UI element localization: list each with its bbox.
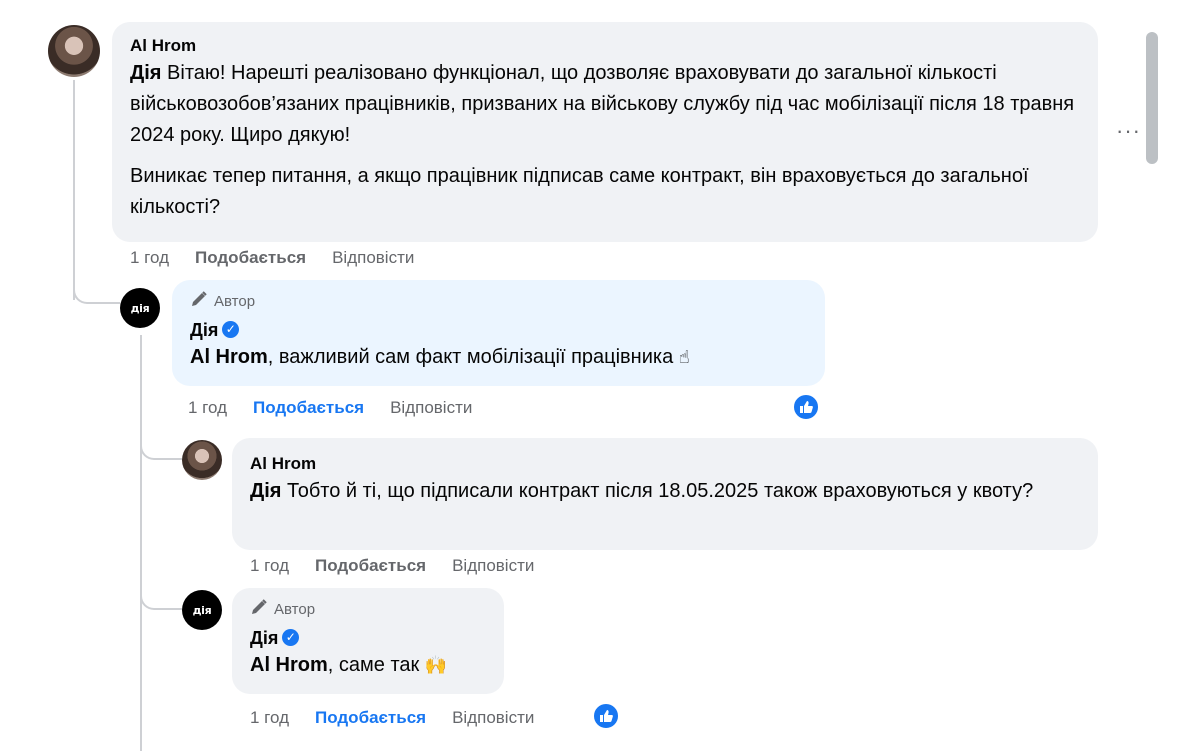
comment-author[interactable]: Al Hrom bbox=[130, 36, 1080, 56]
avatar[interactable] bbox=[182, 440, 222, 480]
comment-bubble: Al Hrom Дія Тобто й ті, що підписали кон… bbox=[232, 438, 1098, 550]
like-button[interactable]: Подобається bbox=[315, 708, 426, 728]
comment-time[interactable]: 1 год bbox=[250, 556, 289, 576]
pencil-icon bbox=[250, 598, 268, 622]
like-button[interactable]: Подобається bbox=[315, 556, 426, 576]
raising-hands-emoji-icon: 🙌 bbox=[424, 655, 448, 676]
scrollbar[interactable] bbox=[1146, 32, 1158, 164]
comment-author[interactable]: Дія bbox=[190, 320, 218, 340]
comment-actions: 1 год Подобається Відповісти bbox=[250, 708, 534, 728]
comment-time[interactable]: 1 год bbox=[130, 248, 169, 268]
thread-connector bbox=[140, 440, 182, 460]
comment-actions: 1 год Подобається Відповісти bbox=[130, 248, 414, 268]
thread-connector bbox=[73, 282, 120, 304]
avatar[interactable]: дія bbox=[120, 288, 160, 328]
avatar[interactable] bbox=[48, 25, 100, 77]
comment-body: , саме так bbox=[327, 654, 420, 676]
reply-button[interactable]: Відповісти bbox=[390, 398, 472, 418]
comment-author-row: Дія ✓ bbox=[190, 320, 807, 340]
comment-time[interactable]: 1 год bbox=[188, 398, 227, 418]
comment-text: Дія Тобто й ті, що підписали контракт пі… bbox=[250, 476, 1080, 507]
verified-badge-icon: ✓ bbox=[222, 320, 240, 338]
pencil-icon bbox=[190, 290, 208, 314]
comment-paragraph: Виникає тепер питання, а якщо працівник … bbox=[130, 165, 1029, 218]
comment-paragraph: Вітаю! Нарешті реалізовано функціонал, щ… bbox=[130, 62, 1075, 146]
pointing-up-emoji-icon: ☝ bbox=[678, 347, 690, 368]
mention-link[interactable]: Дія bbox=[250, 480, 281, 502]
author-badge: Автор bbox=[250, 598, 486, 622]
comment-body: Тобто й ті, що підписали контракт після … bbox=[287, 480, 1034, 502]
like-button[interactable]: Подобається bbox=[253, 398, 364, 418]
thread-connector bbox=[140, 590, 182, 610]
comment-time[interactable]: 1 год bbox=[250, 708, 289, 728]
author-badge-label: Автор bbox=[214, 293, 256, 310]
comment-author[interactable]: Al Hrom bbox=[250, 454, 1080, 474]
comment-bubble: Автор Дія ✓ Al Hrom, саме так 🙌 bbox=[232, 588, 504, 694]
like-reaction-icon[interactable] bbox=[592, 702, 620, 730]
comment-actions: 1 год Подобається Відповісти bbox=[188, 398, 472, 418]
comment-bubble: Al Hrom Дія Вітаю! Нарешті реалізовано ф… bbox=[112, 22, 1098, 242]
verified-badge-icon: ✓ bbox=[282, 628, 300, 646]
like-button[interactable]: Подобається bbox=[195, 248, 306, 268]
avatar[interactable]: дія bbox=[182, 590, 222, 630]
reply-button[interactable]: Відповісти bbox=[452, 556, 534, 576]
comment-text: Дія Вітаю! Нарешті реалізовано функціона… bbox=[130, 58, 1080, 151]
mention-link[interactable]: Al Hrom bbox=[250, 654, 328, 676]
mention-link[interactable]: Дія bbox=[130, 62, 161, 84]
author-badge: Автор bbox=[190, 290, 807, 314]
reply-button[interactable]: Відповісти bbox=[332, 248, 414, 268]
comment-body: , важливий сам факт мобілізації працівни… bbox=[267, 346, 674, 368]
author-badge-label: Автор bbox=[274, 601, 316, 618]
comment-text: Al Hrom, саме так 🙌 bbox=[250, 650, 486, 681]
comment-bubble: Автор Дія ✓ Al Hrom, важливий сам факт мо… bbox=[172, 280, 825, 386]
mention-link[interactable]: Al Hrom bbox=[190, 346, 268, 368]
comments-thread: Al Hrom Дія Вітаю! Нарешті реалізовано ф… bbox=[0, 0, 1188, 751]
thread-line bbox=[140, 335, 142, 751]
thread-line bbox=[73, 80, 75, 300]
comment-text: Al Hrom, важливий сам факт мобілізації п… bbox=[190, 342, 807, 373]
comment-author-row: Дія ✓ bbox=[250, 628, 486, 648]
reply-button[interactable]: Відповісти bbox=[452, 708, 534, 728]
comment-author[interactable]: Дія bbox=[250, 628, 278, 648]
more-options-icon[interactable]: ··· bbox=[1116, 118, 1141, 144]
comment-actions: 1 год Подобається Відповісти bbox=[250, 556, 534, 576]
like-reaction-icon[interactable] bbox=[792, 393, 820, 421]
